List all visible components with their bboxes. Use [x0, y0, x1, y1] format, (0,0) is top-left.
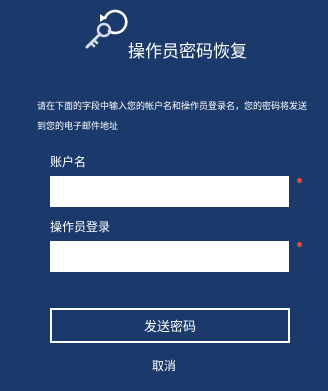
cancel-link[interactable]: 取消 — [0, 357, 328, 375]
page-title: 操作员密码恢复 — [128, 42, 247, 62]
required-indicator — [297, 242, 302, 247]
operator-login-input[interactable] — [50, 241, 289, 272]
password-recovery-panel: 操作员密码恢复 请在下面的字段中输入您的帐户名和操作员登录名，您的密码将发送到您… — [0, 0, 328, 391]
key-reset-icon — [85, 9, 128, 49]
account-name-input[interactable] — [50, 176, 289, 207]
account-name-label: 账户名 — [50, 155, 87, 169]
instructions-text: 请在下面的字段中输入您的帐户名和操作员登录名，您的密码将发送到您的电子邮件地址 — [37, 102, 308, 132]
operator-login-label: 操作员登录 — [50, 220, 111, 234]
send-password-button[interactable]: 发送密码 — [50, 308, 290, 343]
required-indicator — [297, 178, 302, 183]
